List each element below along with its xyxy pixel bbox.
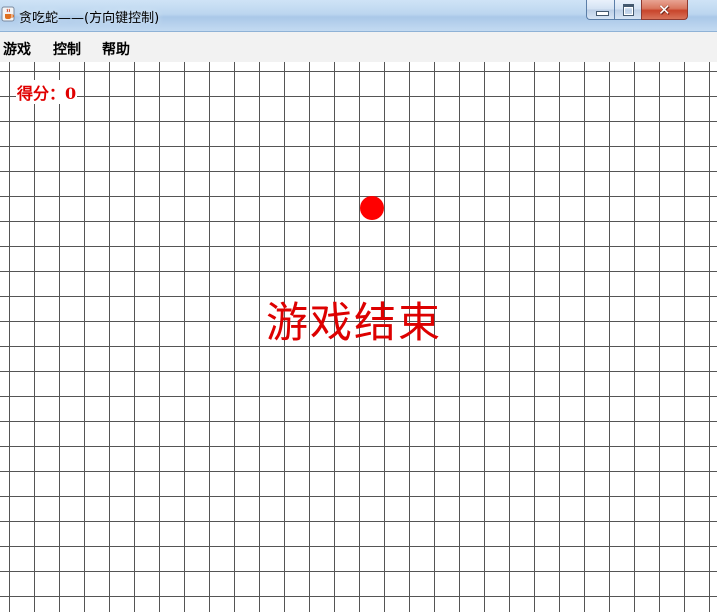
window-title: 贪吃蛇——(方向键控制) xyxy=(19,11,160,26)
title-bar[interactable]: 贪吃蛇——(方向键控制) ✕ xyxy=(0,0,717,32)
close-icon: ✕ xyxy=(658,1,671,19)
score-label: 得分：0 xyxy=(16,80,78,104)
menu-game[interactable]: 游戏 xyxy=(3,39,31,59)
close-button[interactable]: ✕ xyxy=(641,0,688,20)
caption-buttons: ✕ xyxy=(586,0,688,21)
menu-control[interactable]: 控制 xyxy=(53,39,81,59)
food-pellet xyxy=(360,196,384,220)
minimize-button[interactable] xyxy=(586,0,614,20)
game-board[interactable]: 得分：0 游戏结束 xyxy=(0,62,717,612)
java-coffee-cup-icon[interactable] xyxy=(1,6,15,22)
menu-help[interactable]: 帮助 xyxy=(102,39,130,59)
game-over-text: 游戏结束 xyxy=(266,298,443,347)
app-window: 贪吃蛇——(方向键控制) ✕ 游戏 控制 帮助 得分：0 游戏结束 xyxy=(0,0,717,612)
menu-bar: 游戏 控制 帮助 xyxy=(0,32,717,62)
maximize-icon xyxy=(623,4,634,16)
maximize-button[interactable] xyxy=(614,0,641,20)
minimize-icon xyxy=(596,11,609,16)
